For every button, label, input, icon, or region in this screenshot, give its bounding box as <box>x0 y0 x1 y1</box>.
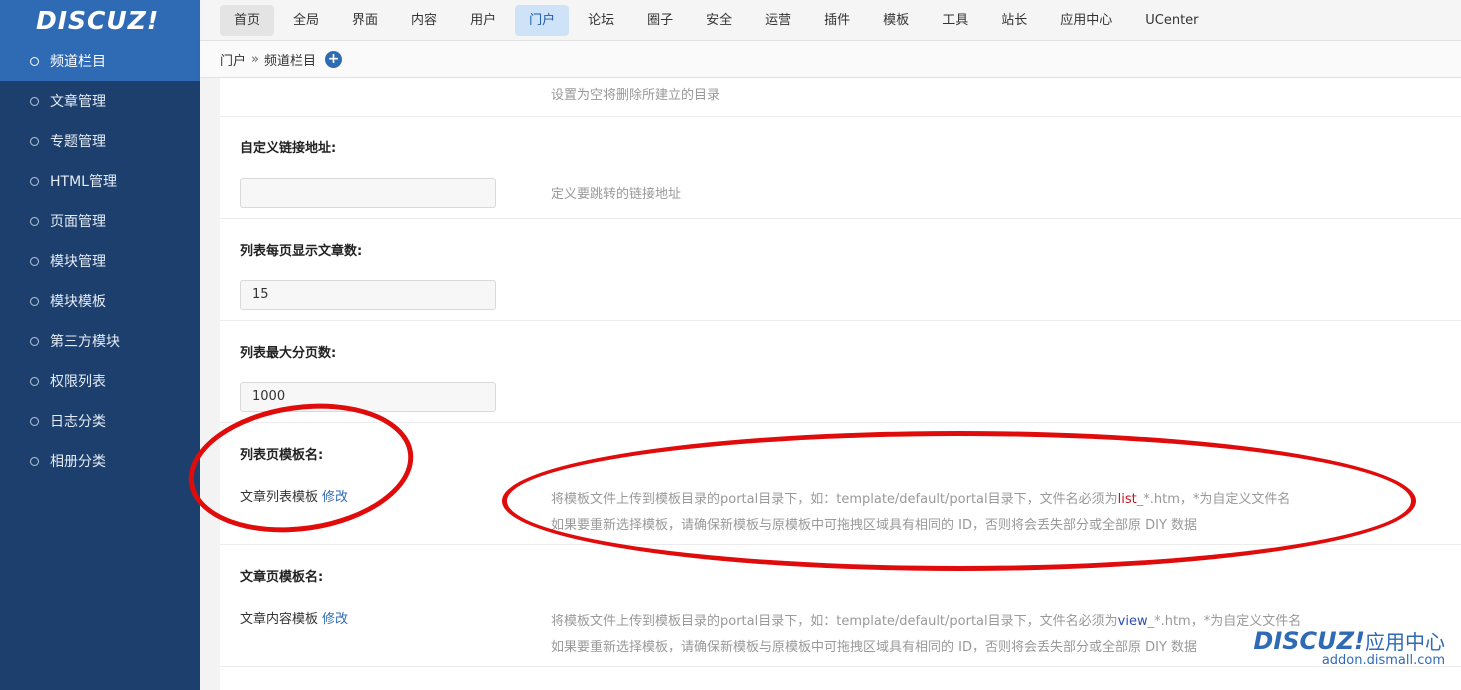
view-hint-text: 将模板文件上传到模板目录的portal目录下，如：template/defaul… <box>551 614 1118 629</box>
form-row-list-template: 列表页模板名: 文章列表模板 修改 将模板文件上传到模板目录的portal目录下，… <box>220 423 1461 545</box>
list-template-edit-link[interactable]: 修改 <box>322 490 348 505</box>
form-row-directory: 设置为空将删除所建立的目录 <box>220 78 1461 117</box>
bullet-icon <box>30 256 39 266</box>
sidebar-item[interactable]: HTML管理 <box>0 161 200 201</box>
sidebar-item-label: 页面管理 <box>50 214 106 230</box>
nav-item[interactable]: 站长 <box>987 5 1041 36</box>
per-page-label: 列表每页显示文章数: <box>240 244 363 259</box>
view-hint-keyword: view <box>1117 614 1148 629</box>
nav-item[interactable]: 插件 <box>810 5 864 36</box>
list-hint-suffix: _*.htm，*为自定义文件名 <box>1136 492 1291 507</box>
nav-item[interactable]: 用户 <box>456 5 510 36</box>
sidebar-item-label: 频道栏目 <box>50 54 106 70</box>
form-row-max-pages: 列表最大分页数: <box>220 321 1461 423</box>
list-template-value: 文章列表模板 修改 <box>240 486 348 505</box>
logo[interactable]: DISCUZ! <box>0 0 200 41</box>
list-template-hint-1: 将模板文件上传到模板目录的portal目录下，如：template/defaul… <box>551 488 1290 507</box>
sidebar-item[interactable]: 模块管理 <box>0 241 200 281</box>
form-row-per-page: 列表每页显示文章数: <box>220 219 1461 321</box>
bullet-icon <box>30 176 39 186</box>
sidebar-item[interactable]: 文章管理 <box>0 81 200 121</box>
sidebar-item[interactable]: 专题管理 <box>0 121 200 161</box>
nav-item[interactable]: 门户 <box>515 4 570 36</box>
bullet-icon <box>30 296 39 306</box>
main-content: 设置为空将删除所建立的目录 自定义链接地址: 定义要跳转的链接地址 列表每页显示… <box>200 78 1461 690</box>
nav-item[interactable]: 论坛 <box>574 5 628 36</box>
sidebar-item-label: 权限列表 <box>50 374 106 390</box>
custom-link-label: 自定义链接地址: <box>240 141 337 156</box>
nav-item[interactable]: 圈子 <box>633 5 687 36</box>
list-template-label: 列表页模板名: <box>240 448 324 463</box>
watermark-url: addon.dismall.com <box>1321 653 1445 668</box>
custom-link-input[interactable] <box>240 178 496 208</box>
breadcrumb-separator: » <box>251 51 259 67</box>
breadcrumb-current: 频道栏目 <box>263 53 316 69</box>
view-template-label: 文章页模板名: <box>240 570 324 585</box>
max-pages-label: 列表最大分页数: <box>240 346 337 361</box>
sidebar-item[interactable]: 相册分类 <box>0 441 200 481</box>
nav-item[interactable]: 首页 <box>220 4 275 36</box>
nav-item[interactable]: 应用中心 <box>1046 5 1126 36</box>
watermark: DISCUZ!应用中心 addon.dismall.com <box>1253 626 1445 668</box>
nav-item[interactable]: 全局 <box>279 5 333 36</box>
breadcrumb-root[interactable]: 门户 <box>220 50 246 69</box>
bullet-icon <box>30 416 39 426</box>
list-hint-keyword: list <box>1117 492 1137 507</box>
nav-item[interactable]: 内容 <box>397 5 451 36</box>
watermark-brand: DISCUZ!应用中心 <box>1253 626 1445 655</box>
sidebar-item[interactable]: 频道栏目 <box>0 41 200 81</box>
nav-item[interactable]: 界面 <box>338 5 392 36</box>
view-template-value: 文章内容模板 修改 <box>240 608 348 627</box>
content-gutter <box>200 78 220 690</box>
sidebar-item-label: 文章管理 <box>50 94 106 110</box>
sidebar-item[interactable]: 日志分类 <box>0 401 200 441</box>
sidebar-item[interactable]: 权限列表 <box>0 361 200 401</box>
sidebar-item-label: HTML管理 <box>50 174 117 190</box>
sidebar-item[interactable]: 页面管理 <box>0 201 200 241</box>
max-pages-input[interactable] <box>240 382 496 412</box>
view-template-hint-2: 如果要重新选择模板，请确保新模板与原模板中可拖拽区域具有相同的 ID，否则将会丢… <box>551 640 1198 655</box>
view-template-edit-link[interactable]: 修改 <box>322 612 348 627</box>
logo-text: DISCUZ! <box>36 6 160 35</box>
bullet-icon <box>30 136 39 146</box>
view-template-name: 文章内容模板 <box>240 612 319 627</box>
bullet-icon <box>30 96 39 106</box>
list-template-hint-2: 如果要重新选择模板，请确保新模板与原模板中可拖拽区域具有相同的 ID，否则将会丢… <box>551 518 1198 533</box>
sidebar-item-label: 模块管理 <box>50 254 106 270</box>
nav-item[interactable]: UCenter <box>1131 5 1212 36</box>
view-template-hint-1: 将模板文件上传到模板目录的portal目录下，如：template/defaul… <box>551 610 1301 629</box>
custom-link-hint: 定义要跳转的链接地址 <box>551 187 682 202</box>
sidebar: DISCUZ! 频道栏目文章管理专题管理 HTML管理 页面管理模块管理模块模板第三… <box>0 0 200 690</box>
sidebar-item-label: 第三方模块 <box>50 334 120 350</box>
nav-item[interactable]: 运营 <box>751 5 805 36</box>
directory-hint: 设置为空将删除所建立的目录 <box>551 88 721 103</box>
sidebar-item-label: 模块模板 <box>50 294 106 310</box>
form-row-custom-link: 自定义链接地址: 定义要跳转的链接地址 <box>220 117 1461 219</box>
sidebar-item-label: 日志分类 <box>50 414 106 430</box>
top-nav: 首页 全局 界面 内容 用户 门户 论坛 圈子 安全 运营 插件 模板 工具 站长 应用中心 UCenter <box>200 0 1461 41</box>
bullet-icon <box>30 456 39 466</box>
watermark-brand-cn: 应用中心 <box>1365 630 1445 654</box>
bullet-icon <box>30 376 39 386</box>
nav-item[interactable]: 模板 <box>869 5 923 36</box>
list-template-name: 文章列表模板 <box>240 490 319 505</box>
watermark-brand-text: DISCUZ! <box>1253 627 1365 655</box>
sidebar-item[interactable]: 第三方模块 <box>0 321 200 361</box>
bullet-icon <box>30 216 39 226</box>
nav-item[interactable]: 安全 <box>692 5 746 36</box>
list-hint-text: 将模板文件上传到模板目录的portal目录下，如：template/defaul… <box>551 492 1118 507</box>
sidebar-item-label: 相册分类 <box>50 454 106 470</box>
per-page-input[interactable] <box>240 280 496 310</box>
bullet-icon <box>30 336 39 346</box>
nav-item[interactable]: 工具 <box>928 5 982 36</box>
add-category-icon[interactable]: + <box>325 50 342 68</box>
bullet-icon <box>30 56 39 66</box>
sidebar-item[interactable]: 模块模板 <box>0 281 200 321</box>
sidebar-item-label: 专题管理 <box>50 134 106 150</box>
breadcrumb: 门户 » 频道栏目 + <box>200 41 1461 78</box>
